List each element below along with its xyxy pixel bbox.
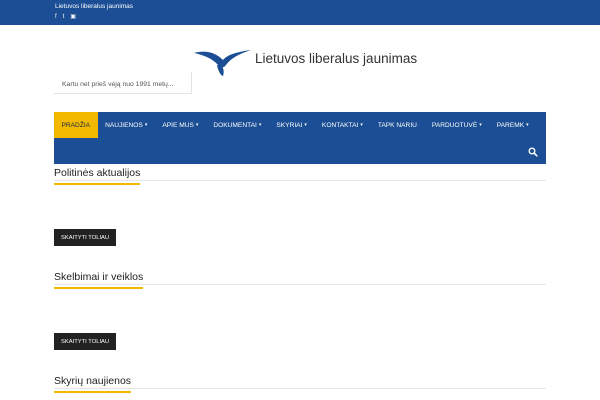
section-title: Skyrių naujienos	[54, 375, 132, 393]
seagull-icon	[194, 50, 251, 76]
chevron-down-icon: ▾	[526, 122, 529, 128]
site-logo[interactable]: Lietuvos liberalus jaunimas	[193, 46, 417, 78]
nav-item-kontaktai[interactable]: KONTAKTAI ▾	[314, 112, 370, 138]
nav-item-pradzia[interactable]: PRADŽIA	[54, 112, 98, 138]
nav-item-paremk[interactable]: PAREMK ▾	[489, 112, 536, 138]
nav-item-label: DOKUMENTAI	[213, 121, 257, 129]
top-bar-site-name: Lietuvos liberalus jaunimas	[55, 3, 134, 10]
search-icon[interactable]	[528, 147, 538, 157]
main-navigation: PRADŽIA NAUJIENOS ▾ APIE MUS ▾ DOKUMENTAI ▾…	[54, 112, 546, 164]
nav-item-dokumentai[interactable]: DOKUMENTAI ▾	[206, 112, 269, 138]
nav-item-label: KONTAKTAI	[321, 121, 359, 129]
section-divider	[54, 388, 546, 389]
section-divider	[54, 180, 546, 181]
section-skyriu-naujienos: Skyrių naujienos	[54, 371, 546, 393]
nav-item-naujienos[interactable]: NAUJIENOS ▾	[98, 112, 155, 138]
tagline-box: Kartu net prieš vėją nuo 1991 metų...	[54, 72, 192, 94]
nav-item-label: PARDUOTUVĖ	[431, 121, 478, 129]
chevron-down-icon: ▾	[258, 122, 262, 128]
chevron-down-icon: ▾	[144, 122, 148, 128]
nav-item-label: PAREMK	[496, 121, 525, 129]
section-title: Skelbimai ir veiklos	[54, 271, 144, 289]
read-more-button[interactable]: SKAITYTI TOLIAU	[54, 229, 117, 246]
nav-item-label: NAUJIENOS	[105, 121, 143, 129]
logo-text: Lietuvos liberalus jaunimas	[255, 50, 418, 66]
chevron-down-icon: ▾	[360, 122, 363, 128]
chevron-down-icon: ▾	[195, 122, 199, 128]
chevron-down-icon: ▾	[304, 122, 307, 128]
nav-item-label: PRADŽIA	[61, 121, 91, 129]
nav-item-apie-mus[interactable]: APIE MUS ▾	[155, 112, 206, 138]
instagram-icon[interactable]: ▣	[70, 14, 76, 21]
section-title: Politinės aktualijos	[54, 167, 141, 185]
section-divider	[54, 284, 546, 285]
tagline: Kartu net prieš vėją nuo 1991 metų...	[62, 81, 174, 88]
top-bar: Lietuvos liberalus jaunimas f t ▣	[0, 0, 600, 25]
nav-item-skyriai[interactable]: SKYRIAI ▾	[269, 112, 315, 138]
chevron-down-icon: ▾	[479, 122, 482, 128]
facebook-icon[interactable]: f	[55, 14, 57, 21]
section-politines-aktualijos: Politinės aktualijos	[54, 163, 546, 185]
nav-item-parduotuve[interactable]: PARDUOTUVĖ ▾	[424, 112, 489, 138]
nav-item-label: TAPK NARIU	[377, 121, 417, 129]
nav-item-label: SKYRIAI	[276, 121, 303, 129]
section-skelbimai-ir-veiklos: Skelbimai ir veiklos	[54, 267, 546, 289]
read-more-button[interactable]: SKAITYTI TOLIAU	[54, 333, 117, 350]
twitter-icon[interactable]: t	[63, 14, 65, 21]
site-header: Lietuvos liberalus jaunimas Kartu net pr…	[0, 25, 600, 112]
nav-item-tapk-nariu[interactable]: TAPK NARIU	[370, 112, 424, 138]
nav-item-label: APIE MUS	[162, 121, 194, 129]
social-links: f t ▣	[55, 14, 76, 21]
